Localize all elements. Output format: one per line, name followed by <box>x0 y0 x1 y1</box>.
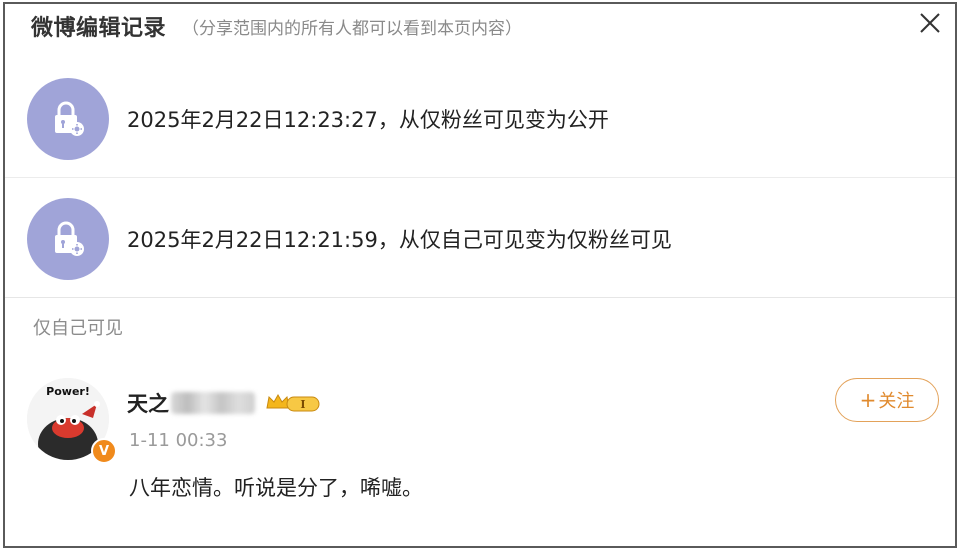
user-name-text[interactable]: 天之 <box>127 388 169 418</box>
dialog-title: 微博编辑记录 <box>31 16 167 41</box>
close-icon <box>920 13 940 33</box>
vip-level: I <box>300 398 305 411</box>
edit-history-dialog: 微博编辑记录 （分享范围内的所有人都可以看到本页内容） 2025年2月22日12… <box>3 2 957 548</box>
post-card: Power! V 天之 I 1-11 00:33 八年恋情。听说是分了，唏嘘。 … <box>5 364 955 534</box>
verified-badge: V <box>91 438 117 464</box>
post-content: 八年恋情。听说是分了，唏嘘。 <box>129 476 423 500</box>
post-time[interactable]: 1-11 00:33 <box>129 430 227 451</box>
lock-gear-icon <box>27 77 109 160</box>
redacted-name <box>171 392 255 414</box>
avatar-caption: Power! <box>46 385 90 398</box>
follow-label: 关注 <box>878 391 915 412</box>
follow-button[interactable]: + 关注 <box>835 378 939 422</box>
close-button[interactable] <box>915 8 945 38</box>
edit-record-text: 2025年2月22日12:23:27，从仅粉丝可见变为公开 <box>127 107 609 132</box>
user-name[interactable]: 天之 I <box>127 388 321 418</box>
edit-record-text: 2025年2月22日12:21:59，从仅自己可见变为仅粉丝可见 <box>127 227 672 252</box>
edit-record: 2025年2月22日12:21:59，从仅自己可见变为仅粉丝可见 <box>5 180 955 298</box>
plus-icon: + <box>859 388 877 412</box>
dialog-subtitle: （分享范围内的所有人都可以看到本页内容） <box>182 18 523 39</box>
dialog-header: 微博编辑记录 （分享范围内的所有人都可以看到本页内容） <box>5 4 955 48</box>
vip-crown-icon: I <box>265 392 321 414</box>
visibility-label: 仅自己可见 <box>33 318 123 339</box>
edit-record: 2025年2月22日12:23:27，从仅粉丝可见变为公开 <box>5 60 955 178</box>
lock-gear-icon <box>27 197 109 280</box>
